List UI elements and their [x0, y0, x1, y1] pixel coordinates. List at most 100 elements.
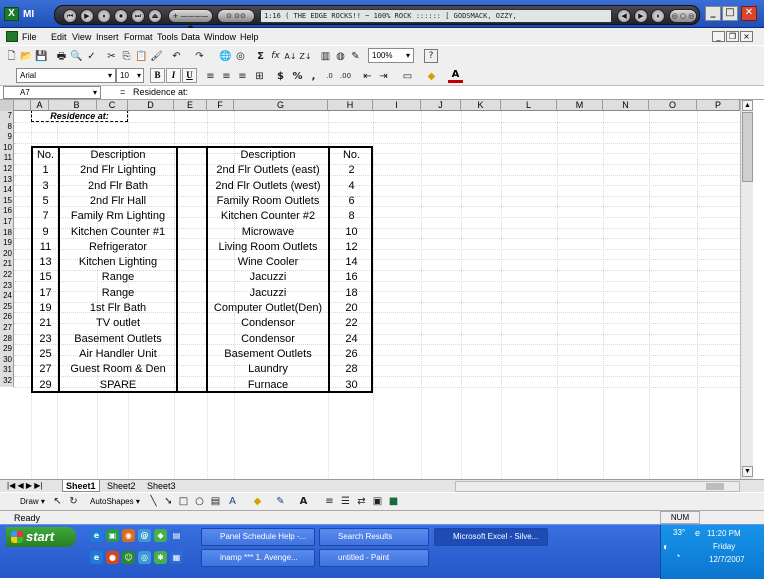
doc-restore-button[interactable]: ❐ [726, 31, 739, 42]
row-header[interactable]: 32 [0, 376, 14, 387]
print-preview-icon[interactable]: 🔍 [69, 49, 84, 64]
close-button[interactable]: ✕ [741, 6, 757, 21]
row-header[interactable]: 18 [0, 227, 14, 239]
table-cell-description-left[interactable]: Family Rm Lighting [60, 209, 176, 224]
web-toolbar-icon[interactable]: ◎ [233, 49, 248, 64]
percent-icon[interactable]: % [290, 69, 305, 84]
table-cell-description-right[interactable]: Basement Outlets [208, 347, 328, 362]
worksheet-grid[interactable]: 7 8 9 10 11 12 13 14 15 16 17 18 19 20 21 22 23 24 25 26 27 2… [0, 111, 740, 480]
increase-decimal-icon[interactable]: .0 [322, 69, 337, 84]
textbox-icon[interactable]: ▤ [208, 494, 223, 509]
chart-wizard-icon[interactable]: ▥ [318, 49, 333, 64]
desktop-icon[interactable]: ▣ [106, 529, 119, 542]
column-header[interactable]: O [649, 100, 697, 111]
table-cell-description-left[interactable]: TV outlet [60, 316, 176, 331]
copy-icon[interactable]: ⎘ [119, 49, 134, 64]
row-header[interactable]: 17 [0, 217, 14, 228]
table-cell-description-right[interactable]: 2nd Flr Outlets (west) [208, 179, 328, 194]
winamp-toggle-button[interactable]: ⏸ [651, 9, 665, 23]
fill-color-icon[interactable]: ◆ [250, 494, 265, 509]
new-icon[interactable]: 🗋 [4, 49, 19, 64]
clock-time[interactable]: 11:20 PM [707, 529, 741, 538]
arrow-style-icon[interactable]: ⇄ [354, 494, 369, 509]
table-cell-description-right[interactable]: Kitchen Counter #2 [208, 209, 328, 224]
table-cell-description-left[interactable]: Refrigerator [60, 240, 176, 255]
column-header[interactable]: A [31, 100, 49, 111]
help-icon[interactable]: ? [424, 49, 438, 63]
table-cell-circuit-no-left[interactable]: 1 [33, 163, 58, 178]
cut-icon[interactable]: ✂ [104, 49, 119, 64]
decrease-decimal-icon[interactable]: .00 [338, 69, 353, 84]
save-icon[interactable]: 💾 [34, 49, 49, 64]
table-cell-circuit-no-right[interactable]: 28 [330, 362, 373, 377]
draw-menu[interactable]: Draw ▾ [20, 497, 45, 506]
comma-style-icon[interactable]: , [306, 69, 321, 84]
row-header[interactable]: 8 [0, 121, 14, 133]
line-color-icon[interactable]: ✎ [273, 494, 288, 509]
underline-button[interactable]: U [182, 68, 197, 83]
paste-icon[interactable]: 📋 [134, 49, 149, 64]
row-header[interactable]: 28 [0, 333, 14, 345]
table-cell-description-left[interactable]: SPARE [60, 378, 176, 393]
doc-minimize-button[interactable]: _ [712, 31, 725, 42]
doc-close-button[interactable]: × [740, 31, 753, 42]
align-right-icon[interactable]: ≡ [235, 69, 250, 84]
table-cell-circuit-no-right[interactable]: 10 [330, 225, 373, 240]
column-header[interactable]: P [697, 100, 740, 111]
select-objects-icon[interactable]: ↖ [50, 494, 65, 509]
column-header[interactable]: F [207, 100, 234, 111]
table-cell-description-left[interactable]: Kitchen Lighting [60, 255, 176, 270]
column-header[interactable]: D [128, 100, 174, 111]
redo-icon[interactable]: ↷ [192, 49, 207, 64]
table-cell-circuit-no-left[interactable]: 27 [33, 362, 58, 377]
table-cell-circuit-no-left[interactable]: 21 [33, 316, 58, 331]
internet-explorer-icon[interactable]: e [90, 529, 103, 542]
scroll-thumb[interactable] [742, 112, 753, 182]
row-header[interactable]: 19 [0, 238, 14, 249]
table-cell-description-right[interactable]: Jacuzzi [208, 270, 328, 285]
winamp-pause-button[interactable]: ⏸ [97, 9, 111, 23]
table-cell-description-right[interactable]: Condensor [208, 332, 328, 347]
spelling-icon[interactable]: ✓ [84, 49, 99, 64]
table-cell-circuit-no-left[interactable]: 17 [33, 286, 58, 301]
row-header[interactable]: 7 [0, 111, 14, 122]
arrow-icon[interactable]: ➘ [161, 494, 176, 509]
row-header[interactable]: 9 [0, 132, 14, 143]
sheet-nav-buttons[interactable]: |◀ ◀ ▶ ▶| [4, 480, 45, 492]
table-cell-circuit-no-right[interactable]: 26 [330, 347, 373, 362]
column-header[interactable]: C [97, 100, 128, 111]
column-header[interactable]: M [557, 100, 603, 111]
font-size-select[interactable]: 10 ▾ [116, 68, 144, 83]
autoshapes-menu[interactable]: AutoShapes ▾ [90, 497, 140, 506]
media-icon[interactable]: ◉ [122, 529, 135, 542]
row-header[interactable]: 11 [0, 153, 14, 164]
excel-doc-icon[interactable] [6, 31, 18, 42]
table-cell-circuit-no-right[interactable]: 22 [330, 316, 373, 331]
table-cell-description-left[interactable]: 2nd Flr Lighting [60, 163, 176, 178]
row-header[interactable]: 14 [0, 185, 14, 196]
row-header[interactable]: 26 [0, 312, 14, 323]
row-header[interactable]: 13 [0, 174, 14, 186]
table-header-circuit-no-right[interactable]: No. [330, 148, 373, 163]
volume-icon[interactable]: ◐ [663, 542, 669, 553]
winamp-balance-slider[interactable]: ⊙ ⊙⊙ [217, 9, 255, 23]
table-cell-description-right[interactable]: Furnace [208, 378, 328, 393]
table-cell-circuit-no-right[interactable]: 6 [330, 194, 373, 209]
table-cell-circuit-no-right[interactable]: 14 [330, 255, 373, 270]
table-cell-circuit-no-right[interactable]: 12 [330, 240, 373, 255]
task-paint[interactable]: untitled - Paint [319, 549, 429, 567]
table-cell-description-right[interactable]: Living Room Outlets [208, 240, 328, 255]
table-cell-description-left[interactable]: Guest Room & Den [60, 362, 176, 377]
menu-data[interactable]: Data [181, 32, 200, 42]
outlook-icon[interactable]: @ [138, 529, 151, 542]
table-cell-circuit-no-left[interactable]: 3 [33, 179, 58, 194]
shadow-icon[interactable]: ▣ [370, 494, 385, 509]
menu-view[interactable]: View [72, 32, 91, 42]
row-header[interactable]: 30 [0, 354, 14, 366]
winamp-mini-controls[interactable]: ◎ ○ ◎ [669, 9, 697, 23]
table-cell-circuit-no-right[interactable]: 20 [330, 301, 373, 316]
column-header[interactable]: H [328, 100, 373, 111]
table-cell-description-right[interactable]: Laundry [208, 362, 328, 377]
table-cell-circuit-no-left[interactable]: 15 [33, 270, 58, 285]
column-header[interactable]: L [501, 100, 557, 111]
